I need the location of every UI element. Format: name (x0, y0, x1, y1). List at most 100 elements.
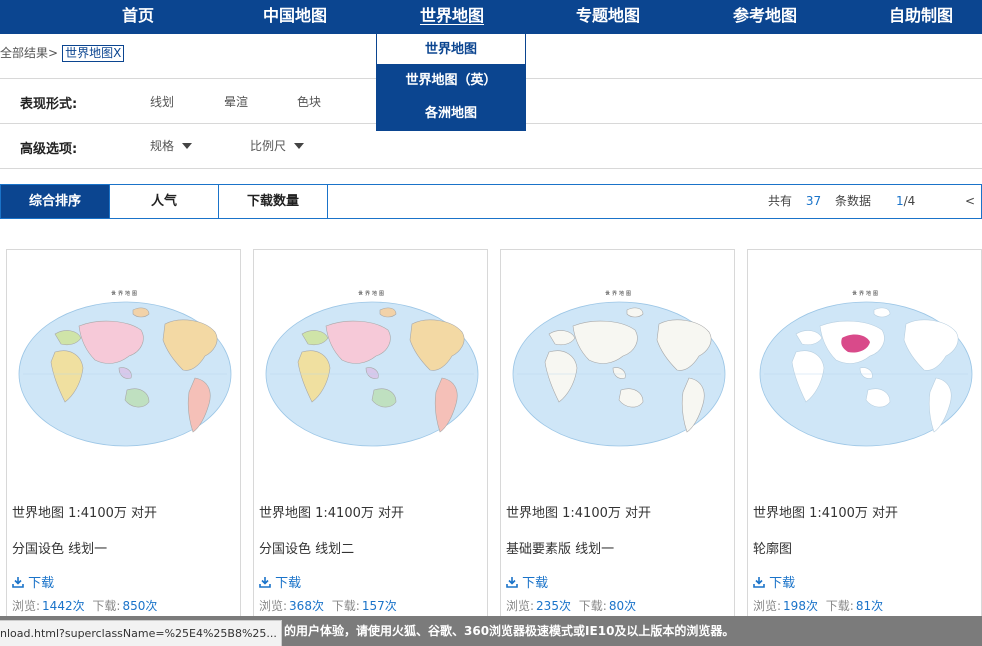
filter-option-shaded[interactable]: 晕渲 (224, 93, 248, 110)
download-label: 下载 (769, 576, 796, 591)
divider (0, 168, 982, 169)
downloads-count: 850次 (122, 599, 158, 613)
map-card[interactable]: 世界地图 世界地图 1:4100万 对开 分国设色 线划二 下载 浏览: 368次… (253, 249, 488, 629)
card-subtitle: 分国设色 线划一 (12, 542, 108, 557)
map-thumbnail-heading: 世界地图 (357, 291, 386, 297)
continent-greenland (873, 307, 891, 318)
nav-china-map[interactable]: 中国地图 (263, 0, 327, 34)
map-card[interactable]: 世界地图 世界地图 1:4100万 对开 分国设色 线划一 下载 浏览: 1442… (6, 249, 241, 629)
card-stats: 浏览: 198次 下载: 81次 (753, 597, 887, 614)
views-count: 368次 (289, 599, 324, 613)
world-map-graphic (512, 301, 726, 447)
downloads-count: 80次 (608, 599, 637, 613)
dropdown-item-world-map-english[interactable]: 世界地图（英） (376, 65, 526, 98)
views-count: 1442次 (42, 599, 85, 613)
card-title[interactable]: 世界地图 1:4100万 对开 (259, 502, 404, 521)
map-card[interactable]: 世界地图 世界地图 1:4100万 对开 基础要素版 线划一 下载 浏览: 235… (500, 249, 735, 629)
views-count: 235次 (536, 599, 571, 613)
card-title[interactable]: 世界地图 1:4100万 对开 (506, 502, 651, 521)
style-filter-label: 表现形式: (20, 97, 78, 112)
advanced-filter-label: 高级选项: (20, 142, 78, 157)
result-count-prefix: 共有 (768, 194, 793, 208)
downloads-label: 下载: (92, 599, 121, 613)
caret-down-icon (182, 143, 193, 149)
map-thumbnail[interactable]: 世界地图 (509, 286, 729, 456)
nav-thematic-map[interactable]: 专题地图 (576, 0, 640, 34)
sort-tab-downloads[interactable]: 下载数量 (219, 185, 328, 218)
browser-warning-text: 的用户体验，请使用火狐、谷歌、360浏览器极速模式或IE10及以上版本的浏览器。 (284, 624, 735, 638)
card-stats: 浏览: 235次 下载: 80次 (506, 597, 640, 614)
nav-reference-map[interactable]: 参考地图 (733, 0, 797, 34)
filter-option-colorblock[interactable]: 色块 (297, 93, 321, 110)
map-card[interactable]: 世界地图 世界地图 1:4100万 对开 轮廓图 下载 浏览: 198次 下载: 8… (747, 249, 982, 629)
map-thumbnail-heading: 世界地图 (110, 291, 139, 297)
continent-south-america (928, 377, 952, 433)
download-icon (12, 577, 24, 588)
download-link[interactable]: 下载 (259, 572, 301, 591)
spec-dropdown[interactable]: 规格 (150, 137, 193, 154)
page-current: 1 (896, 194, 904, 208)
dropdown-item-continent-maps[interactable]: 各洲地图 (376, 98, 526, 131)
prev-page-button[interactable]: < (965, 185, 975, 218)
map-thumbnail[interactable]: 世界地图 (262, 286, 482, 456)
download-link[interactable]: 下载 (753, 572, 795, 591)
page-total: /4 (903, 194, 916, 208)
continent-greenland (626, 307, 644, 318)
card-title[interactable]: 世界地图 1:4100万 对开 (12, 502, 157, 521)
map-thumbnail-heading: 世界地图 (604, 291, 633, 297)
downloads-label: 下载: (578, 599, 607, 613)
world-map-graphic (759, 301, 973, 447)
map-thumbnail[interactable]: 世界地图 (756, 286, 976, 456)
download-icon (753, 577, 765, 588)
sort-tab-popularity[interactable]: 人气 (110, 185, 219, 218)
views-count: 198次 (783, 599, 818, 613)
result-count: 共有 37 条数据 (768, 185, 871, 218)
breadcrumb: 全部结果> 世界地图X (0, 44, 125, 62)
world-map-graphic (18, 301, 232, 447)
card-subtitle: 分国设色 线划二 (259, 542, 355, 557)
views-label: 浏览: (753, 599, 782, 613)
downloads-count: 81次 (855, 599, 884, 613)
views-label: 浏览: (259, 599, 288, 613)
download-icon (259, 577, 271, 588)
download-label: 下载 (275, 576, 302, 591)
sort-tab-overall[interactable]: 综合排序 (1, 185, 110, 218)
world-map-dropdown: 世界地图 世界地图（英） 各洲地图 (376, 33, 526, 131)
card-stats: 浏览: 368次 下载: 157次 (259, 597, 401, 614)
pagination-indicator: 1/4 (896, 185, 915, 218)
dropdown-item-world-map[interactable]: 世界地图 (376, 33, 526, 65)
breadcrumb-filter-tag[interactable]: 世界地图X (62, 45, 125, 62)
downloads-label: 下载: (331, 599, 360, 613)
card-subtitle: 基础要素版 线划一 (506, 542, 615, 557)
continent-south-america (681, 377, 705, 433)
continent-south-america (187, 377, 211, 433)
views-label: 浏览: (12, 599, 41, 613)
spec-dropdown-label: 规格 (150, 139, 175, 153)
card-title[interactable]: 世界地图 1:4100万 对开 (753, 502, 898, 521)
scale-dropdown-label: 比例尺 (250, 139, 287, 153)
nav-world-map[interactable]: 世界地图 (420, 0, 484, 34)
top-navigation: 首页 中国地图 世界地图 专题地图 参考地图 自助制图 (0, 0, 982, 34)
downloads-label: 下载: (825, 599, 854, 613)
filter-option-line[interactable]: 线划 (150, 93, 174, 110)
continent-greenland (379, 307, 397, 318)
caret-down-icon (294, 143, 305, 149)
downloads-count: 157次 (361, 599, 397, 613)
page: 首页 中国地图 世界地图 专题地图 参考地图 自助制图 世界地图 世界地图（英）… (0, 0, 982, 646)
map-thumbnail-heading: 世界地图 (851, 291, 880, 297)
nav-home[interactable]: 首页 (122, 0, 154, 34)
card-stats: 浏览: 1442次 下载: 850次 (12, 597, 161, 614)
breadcrumb-root[interactable]: 全部结果> (0, 46, 58, 60)
download-link[interactable]: 下载 (506, 572, 548, 591)
sort-bar: 综合排序 人气 下载数量 共有 37 条数据 1/4 < (0, 184, 982, 219)
result-count-total: 37 (805, 194, 822, 208)
map-thumbnail[interactable]: 世界地图 (15, 286, 235, 456)
world-map-graphic (265, 301, 479, 447)
nav-custom-mapping[interactable]: 自助制图 (889, 0, 953, 34)
download-label: 下载 (28, 576, 55, 591)
views-label: 浏览: (506, 599, 535, 613)
scale-dropdown[interactable]: 比例尺 (250, 137, 305, 154)
result-count-suffix: 条数据 (834, 194, 871, 208)
continent-greenland (132, 307, 150, 318)
download-link[interactable]: 下载 (12, 572, 54, 591)
